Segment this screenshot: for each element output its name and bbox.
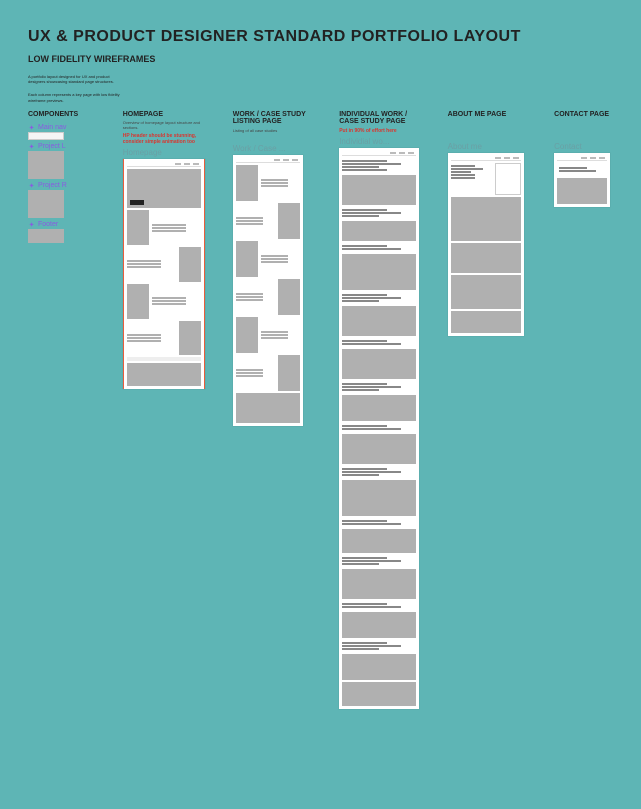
- col-red-homepage: HP header should be stunning, consider s…: [123, 133, 205, 145]
- wf-text: [342, 243, 416, 252]
- wf-footer: [127, 363, 201, 386]
- wf-project-row: [236, 241, 300, 277]
- wf-block: [342, 349, 416, 379]
- col-components: Components ✦ Main nav ✦ Project L ✦ Proj…: [28, 111, 95, 247]
- wf-block: [342, 529, 416, 553]
- wf-text: [342, 518, 416, 527]
- col-contact: Contact page Contact: [554, 111, 613, 208]
- page-title: UX & Product Designer Standard Portfolio…: [28, 28, 613, 46]
- wf-nav: [557, 156, 607, 161]
- wf-about-hero: [451, 163, 521, 195]
- component-project-r-preview: [28, 190, 64, 218]
- wf-nav: [451, 156, 521, 161]
- wf-project-row: [127, 321, 201, 356]
- wf-project-row: [236, 355, 300, 391]
- wf-text: [342, 555, 416, 567]
- wf-footer: [451, 311, 521, 333]
- component-project-l[interactable]: ✦ Project L: [28, 143, 95, 150]
- wf-text: [342, 640, 416, 652]
- wf-block: [342, 569, 416, 599]
- wireframe-contact[interactable]: [554, 153, 610, 207]
- component-label: Project R: [38, 182, 67, 189]
- col-individual: Individual Work / Case Study page Put in…: [339, 111, 419, 709]
- wf-text: [342, 423, 416, 432]
- wf-text: [342, 207, 416, 219]
- wf-block: [342, 221, 416, 241]
- wf-project-row: [236, 317, 300, 353]
- wf-project-row: [127, 210, 201, 245]
- col-red-individual: Put in 90% of effort here: [339, 128, 419, 134]
- page-desc-2: Each column represents a key page with l…: [28, 92, 128, 102]
- wf-text: [342, 338, 416, 347]
- wf-block: [342, 306, 416, 336]
- component-icon: ✦: [28, 143, 35, 150]
- wf-nav: [127, 162, 201, 167]
- frame-label-work: Work / Case ...: [233, 144, 311, 153]
- component-footer-preview: [28, 229, 64, 243]
- component-main-nav[interactable]: ✦ Main nav: [28, 124, 95, 131]
- wf-project-row: [127, 284, 201, 319]
- wf-project-row: [236, 165, 300, 201]
- frame-label-individual: Individial wo...: [339, 137, 419, 146]
- component-icon: ✦: [28, 182, 35, 189]
- wf-block: [451, 197, 521, 241]
- component-project-l-preview: [28, 151, 64, 179]
- frame-label-homepage: Homepage: [123, 148, 205, 157]
- wireframe-individual[interactable]: [339, 148, 419, 709]
- wf-hero: [342, 175, 416, 205]
- component-icon: ✦: [28, 221, 35, 228]
- component-footer[interactable]: ✦ Footer: [28, 221, 95, 228]
- wf-project-row: [236, 279, 300, 315]
- wf-footer: [342, 682, 416, 706]
- frame-label-about: About me: [448, 142, 526, 151]
- wireframe-work[interactable]: [233, 155, 303, 426]
- wf-footer: [236, 393, 300, 423]
- col-desc-homepage: Overview of homepage layout structure an…: [123, 120, 203, 130]
- wf-block: [342, 612, 416, 638]
- wireframe-homepage[interactable]: [123, 159, 205, 389]
- component-main-nav-preview: [28, 132, 64, 140]
- component-project-r[interactable]: ✦ Project R: [28, 182, 95, 189]
- page-subtitle: Low Fidelity wireframes: [28, 54, 613, 64]
- wf-block: [451, 243, 521, 273]
- col-title-about: About Me page: [448, 111, 526, 119]
- wf-project-row: [236, 203, 300, 239]
- wf-block: [342, 254, 416, 290]
- col-title-homepage: Homepage: [123, 111, 205, 119]
- wf-block: [451, 275, 521, 309]
- col-homepage: Homepage Overview of homepage layout str…: [123, 111, 205, 390]
- wf-block: [342, 654, 416, 680]
- wf-block: [342, 480, 416, 516]
- col-title-work: Work / Case Study Listing page: [233, 111, 311, 126]
- col-title-contact: Contact page: [554, 111, 613, 119]
- col-title-individual: Individual Work / Case Study page: [339, 111, 419, 126]
- col-about: About Me page About me: [448, 111, 526, 337]
- wf-stripe: [127, 357, 201, 361]
- wf-footer: [557, 178, 607, 204]
- wf-text: [342, 292, 416, 304]
- wf-hero: [127, 169, 201, 208]
- component-label: Project L: [38, 143, 66, 150]
- wireframe-about[interactable]: [448, 153, 524, 336]
- component-icon: ✦: [28, 124, 35, 131]
- wf-text: [342, 381, 416, 393]
- wf-project-row: [127, 247, 201, 282]
- page-desc-1: A portfolio layout designed for UX and p…: [28, 74, 128, 84]
- col-work: Work / Case Study Listing page Listing o…: [233, 111, 311, 426]
- wf-text: [342, 601, 416, 610]
- frame-label-contact: Contact: [554, 142, 613, 151]
- wf-text: [342, 158, 416, 173]
- wf-text: [342, 466, 416, 478]
- wf-nav: [236, 158, 300, 163]
- columns-row: Components ✦ Main nav ✦ Project L ✦ Proj…: [28, 111, 613, 709]
- wf-nav: [342, 151, 416, 156]
- component-label: Main nav: [38, 124, 66, 131]
- wf-block: [342, 434, 416, 464]
- wf-block: [342, 395, 416, 421]
- component-label: Footer: [38, 221, 58, 228]
- wf-text: [557, 163, 607, 176]
- col-desc-work: Listing of all case studies: [233, 128, 311, 133]
- col-title-components: Components: [28, 111, 95, 119]
